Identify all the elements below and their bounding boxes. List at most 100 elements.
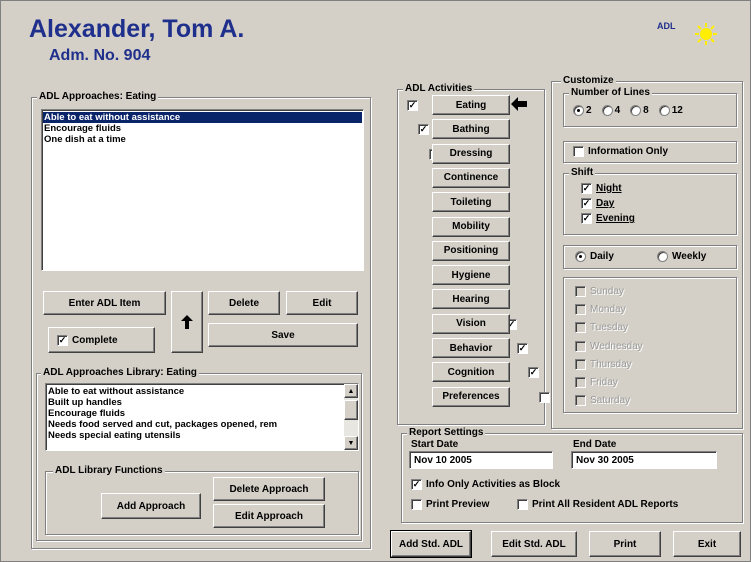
activity-label: Vision [456,318,486,330]
print-preview-label: Print Preview [426,499,490,510]
lines-radio-label: 12 [671,105,683,116]
activity-button-hearing[interactable]: Hearing [432,289,510,310]
daily-radio[interactable]: Daily [575,251,614,262]
lines-radio-8[interactable]: 8 [630,105,649,116]
activity-label: Eating [455,99,487,111]
shift-label: Night [596,183,622,194]
edit-approach-button[interactable]: Edit Approach [213,504,325,528]
day-check-icon [575,340,586,352]
activity-checkbox[interactable]: ✓ [528,367,539,379]
activity-label: Preferences [442,391,500,403]
adl-window: Alexander, Tom A. Adm. No. 904 ADL ADL A… [0,0,751,562]
save-label: Save [271,329,295,341]
report-group-label: Report Settings [407,427,486,438]
shift-checkbox-day[interactable]: ✓ Day [581,198,614,209]
lines-radio-group: 2 4 8 12 [573,105,683,116]
lines-radio-2[interactable]: 2 [573,105,592,116]
complete-check-icon: ✓ [57,334,68,346]
approaches-list[interactable]: Able to eat without assistance Encourage … [41,109,364,271]
start-date-field[interactable]: Nov 10 2005 [409,451,553,469]
day-checkbox-wednesday[interactable]: Wednesday [575,340,643,352]
day-check-icon [575,286,586,297]
activity-button-vision[interactable]: Vision [432,313,510,334]
library-list[interactable]: Able to eat without assistance Built up h… [45,383,359,451]
enter-adl-item-label: Enter ADL Item [68,297,141,309]
activity-button-mobility[interactable]: Mobility [432,216,510,237]
activity-button-positioning[interactable]: Positioning [432,240,510,261]
day-checkbox-tuesday[interactable]: Tuesday [575,322,628,334]
activity-checkbox[interactable]: ✓ [517,343,528,354]
activity-label: Dressing [449,148,493,160]
save-button[interactable]: Save [208,323,358,347]
weekly-radio-icon [657,251,668,262]
activity-button-hygiene[interactable]: Hygiene [432,265,510,286]
day-check-icon [575,322,586,334]
end-date-field[interactable]: Nov 30 2005 [571,451,717,469]
radio-icon [658,105,670,116]
scroll-thumb[interactable] [344,400,358,420]
list-item[interactable]: Able to eat without assistance [43,112,362,123]
edit-button[interactable]: Edit [286,291,358,315]
activity-button-toileting[interactable]: Toileting [432,192,510,213]
activity-button-preferences[interactable]: Preferences [432,386,510,407]
activity-button-behavior[interactable]: Behavior [432,338,510,358]
activity-button-continence[interactable]: Continence [432,167,510,188]
day-checkbox-saturday[interactable]: Saturday [575,395,630,407]
delete-approach-button[interactable]: Delete Approach [213,477,325,501]
shift-group-label: Shift [569,167,596,178]
library-group-label: ADL Approaches Library: Eating [41,367,199,378]
move-up-button[interactable] [171,291,203,353]
scroll-down-arrow-icon[interactable]: ▼ [344,436,358,450]
list-item[interactable]: Encourage fluids [43,123,362,134]
list-item[interactable]: One dish at a time [43,134,362,145]
activity-checkbox[interactable]: ✓ [407,100,418,111]
list-item[interactable]: Able to eat without assistance [47,386,328,397]
print-preview-check-icon [411,499,422,510]
library-scrollbar[interactable]: ▲ ▼ [344,384,358,450]
activity-label: Mobility [452,221,490,232]
enter-adl-item-button[interactable]: Enter ADL Item [43,291,166,315]
day-checkbox-sunday[interactable]: Sunday [575,286,624,297]
add-std-adl-label: Add Std. ADL [398,538,464,550]
activity-checkbox[interactable]: ✓ [418,124,429,136]
day-checkbox-monday[interactable]: Monday [575,304,626,316]
list-item[interactable]: Built up handles [47,397,328,408]
add-std-adl-button[interactable]: Add Std. ADL [390,530,472,558]
day-checkbox-friday[interactable]: Friday [575,377,618,388]
activity-button-cognition[interactable]: Cognition [432,362,510,383]
sun-icon [695,23,717,45]
delete-button[interactable]: Delete [208,291,280,315]
weekly-radio[interactable]: Weekly [657,251,706,262]
info-only-checkbox[interactable]: Information Only [573,146,668,157]
activity-button-bathing[interactable]: Bathing [432,119,510,140]
scroll-up-arrow-icon[interactable]: ▲ [344,384,358,398]
add-approach-label: Add Approach [116,500,186,512]
exit-button[interactable]: Exit [673,531,741,557]
edit-std-adl-button[interactable]: Edit Std. ADL [491,531,577,557]
print-button[interactable]: Print [589,531,661,557]
activity-button-eating[interactable]: Eating [432,95,510,115]
print-all-checkbox[interactable]: Print All Resident ADL Reports [517,499,678,510]
lines-radio-12[interactable]: 12 [658,105,683,116]
complete-checkbox[interactable]: ✓ Complete [48,327,155,353]
shift-checkbox-night[interactable]: ✓ Night [581,183,622,194]
activity-checkbox[interactable] [539,391,550,403]
add-approach-button[interactable]: Add Approach [101,493,201,519]
print-preview-checkbox[interactable]: Print Preview [411,499,489,510]
shift-checkbox-evening[interactable]: ✓ Evening [581,213,635,224]
lines-radio-label: 2 [586,105,592,116]
list-item[interactable]: Encourage fluids [47,408,328,419]
end-date-value: Nov 30 2005 [576,455,634,466]
day-label: Tuesday [590,322,628,334]
resident-name: Alexander, Tom A. [29,15,245,43]
adl-badge: ADL [657,21,676,31]
shift-label: Day [596,198,615,209]
list-item[interactable]: Needs food served and cut, packages open… [47,419,328,430]
lines-radio-4[interactable]: 4 [601,105,620,116]
activity-button-dressing[interactable]: Dressing [432,143,510,164]
edit-label: Edit [312,297,332,309]
list-item[interactable]: Needs special eating utensils [47,430,328,441]
info-block-checkbox[interactable]: ✓ Info Only Activities as Block [411,479,560,490]
day-checkbox-thursday[interactable]: Thursday [575,358,632,370]
activity-label: Hygiene [451,269,491,281]
